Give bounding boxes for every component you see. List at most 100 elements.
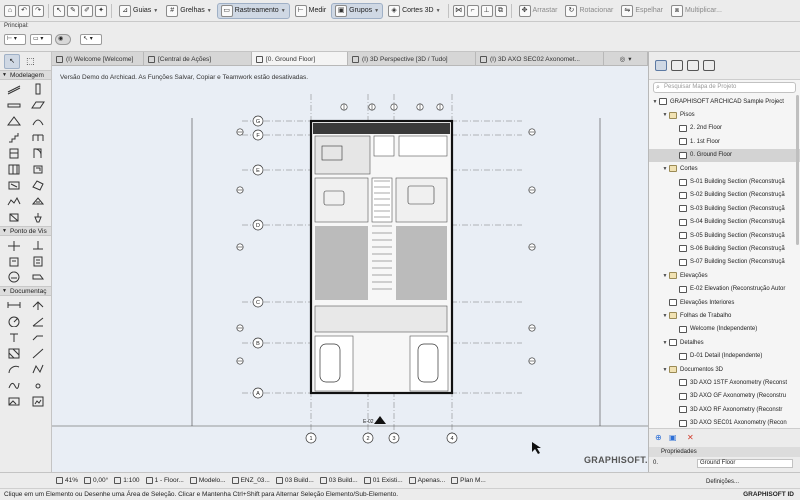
tab-overflow-menu[interactable]: ◎ ▾ [604, 52, 648, 65]
zone-tool[interactable] [2, 177, 26, 193]
zoom-control[interactable]: 41% [56, 477, 78, 484]
chevron-down-icon[interactable]: ▼ [661, 367, 669, 373]
model-view-control[interactable]: Modelo... [189, 477, 226, 484]
tree-item[interactable]: S-05 Building Section (Reconstruçã [649, 229, 800, 242]
wall-tool[interactable] [2, 81, 26, 97]
drawing-tool[interactable] [26, 393, 50, 409]
geometry-method-selector[interactable]: ⊢ ▾ [4, 34, 26, 45]
multiplicar-button[interactable]: ⧈ Multiplicar... [668, 3, 725, 19]
label-tool[interactable] [26, 329, 50, 345]
railing-tool[interactable] [26, 129, 50, 145]
angle-dimension-tool[interactable] [26, 313, 50, 329]
mesh-tool[interactable] [2, 193, 26, 209]
publisher-sets-icon[interactable] [703, 60, 715, 71]
polyline-tool[interactable] [26, 361, 50, 377]
medir-button[interactable]: ⊢ Medir [292, 3, 330, 19]
navigator-scrollbar[interactable] [796, 95, 799, 245]
layout-book-icon[interactable] [687, 60, 699, 71]
property-value-field[interactable]: Ground Floor [697, 459, 793, 468]
curtain-wall-tool[interactable] [2, 161, 26, 177]
tree-item[interactable]: S-04 Building Section (Reconstruçã [649, 216, 800, 229]
cortes3d-button[interactable]: ◈ Cortes 3D ▼ [385, 3, 443, 19]
figure-tool[interactable] [2, 393, 26, 409]
dimension-control[interactable]: Plan M... [451, 477, 486, 484]
chevron-down-icon[interactable]: ▼ [661, 273, 669, 279]
marquee-tool[interactable]: ⬚ [26, 56, 35, 67]
radial-dimension-tool[interactable] [2, 313, 26, 329]
graphic-override-control[interactable]: 03 Build... [275, 477, 314, 484]
worksheet-tool[interactable] [26, 253, 50, 269]
detail-tool[interactable] [2, 269, 26, 285]
structure-display-control[interactable]: 03 Build... [319, 477, 358, 484]
tree-item[interactable]: 3D AXO 1STF Axonometry (Reconst [649, 376, 800, 389]
tree-item[interactable]: 3D AXO GF Axonometry (Reconstru [649, 390, 800, 403]
beam-tool[interactable] [2, 97, 26, 113]
tab-central-de-acoes[interactable]: [Central de Ações] [144, 52, 252, 65]
tree-item[interactable]: ▼ Documentos 3D [649, 363, 800, 376]
floor-plan-canvas[interactable]: Versão Demo do Archicad. As Funções Salv… [52, 66, 648, 472]
arc-tool[interactable] [2, 361, 26, 377]
chevron-down-icon[interactable]: ▼ [651, 99, 659, 105]
selection-method-selector[interactable]: ▭ ▾ [30, 34, 52, 45]
chevron-down-icon[interactable]: ▼ [661, 340, 669, 346]
tree-item[interactable]: ▼ Folhas de Trabalho [649, 309, 800, 322]
window-tool[interactable] [2, 145, 26, 161]
undo-icon[interactable]: ↶ [18, 4, 30, 17]
grupos-button[interactable]: ▣ Grupos ▼ [331, 2, 384, 19]
adjust-icon[interactable]: ⊥ [480, 4, 493, 17]
floor-plan-drawing[interactable]: GFEDCBA1 2 3 4E-02 [52, 66, 648, 472]
shell-tool[interactable] [26, 113, 50, 129]
project-map-icon[interactable] [655, 60, 667, 71]
tree-item[interactable]: ▼ Detalhes [649, 336, 800, 349]
hotspot-tool[interactable] [26, 377, 50, 393]
level-dimension-tool[interactable] [26, 297, 50, 313]
inject-icon[interactable]: ✐ [81, 4, 93, 17]
interior-elevation-tool[interactable] [2, 253, 26, 269]
chevron-down-icon[interactable]: ▼ [661, 166, 669, 172]
toolbox-section-modelagem[interactable]: ▼ Modelagem [0, 70, 51, 80]
tab-welcome[interactable]: (I) Welcome [Welcome] [52, 52, 144, 65]
layer-combination-control[interactable]: 1 - Floor... [145, 477, 184, 484]
intersect-icon[interactable]: ⋈ [452, 4, 465, 17]
tab-3d-axo-sec02[interactable]: (I) 3D AXO SEC02 Axonomet... [476, 52, 604, 65]
tree-item[interactable]: S-07 Building Section (Reconstruçã [649, 256, 800, 269]
add-view-icon[interactable]: ⊕ [655, 433, 662, 442]
rotacionar-button[interactable]: ↻ Rotacionar [562, 3, 616, 19]
guias-button[interactable]: ⊿ Guias ▼ [116, 3, 161, 19]
tree-item[interactable]: Elevações Interiores [649, 296, 800, 309]
new-folder-icon[interactable]: ▣ [669, 433, 677, 442]
tree-item[interactable]: 2. 2nd Floor [649, 122, 800, 135]
tree-item[interactable]: S-02 Building Section (Reconstruçã [649, 189, 800, 202]
object-tool[interactable] [26, 161, 50, 177]
arrow-tool-options[interactable]: ↖ ▾ [80, 34, 102, 45]
delete-icon[interactable]: ✕ [687, 433, 694, 442]
rotation-control[interactable]: 0,00° [84, 477, 108, 484]
definitions-button[interactable]: Definições... [706, 477, 739, 488]
navigator-search-input[interactable]: ⌕ Pesquisar Mapa de Projeto [653, 82, 796, 93]
home-icon[interactable]: ⌂ [4, 4, 16, 17]
properties-header[interactable]: Propriedades [649, 447, 800, 457]
view-map-icon[interactable] [671, 60, 683, 71]
camera-tool[interactable] [26, 269, 50, 285]
slab-tool[interactable] [26, 97, 50, 113]
arrastar-button[interactable]: ✥ Arrastar [516, 3, 561, 19]
offset-icon[interactable]: ⧉ [494, 4, 507, 17]
layer-toggle[interactable]: ◉ [55, 34, 71, 45]
redo-icon[interactable]: ↷ [32, 4, 44, 17]
column-tool[interactable] [26, 81, 50, 97]
text-tool[interactable] [2, 329, 26, 345]
tree-item[interactable]: S-06 Building Section (Reconstruçã [649, 242, 800, 255]
pick-up-icon[interactable]: ✎ [67, 4, 79, 17]
spline-tool[interactable] [2, 377, 26, 393]
tree-item[interactable]: 1. 1st Floor [649, 135, 800, 148]
espelhar-button[interactable]: ⇋ Espelhar [618, 3, 666, 19]
roof-tool[interactable] [2, 113, 26, 129]
opening-tool[interactable] [2, 209, 26, 225]
toolbox-section-ponto-de-vista[interactable]: ▼ Ponto de Vis [0, 226, 51, 236]
door-tool[interactable] [26, 145, 50, 161]
tree-item[interactable]: 3D AXO RF Axonometry (Reconstr [649, 403, 800, 416]
tree-item[interactable]: ▼ Cortes [649, 162, 800, 175]
tree-item[interactable]: Welcome (Independente) [649, 323, 800, 336]
chevron-down-icon[interactable]: ▼ [661, 112, 669, 118]
grelhas-button[interactable]: # Grelhas ▼ [163, 3, 214, 19]
